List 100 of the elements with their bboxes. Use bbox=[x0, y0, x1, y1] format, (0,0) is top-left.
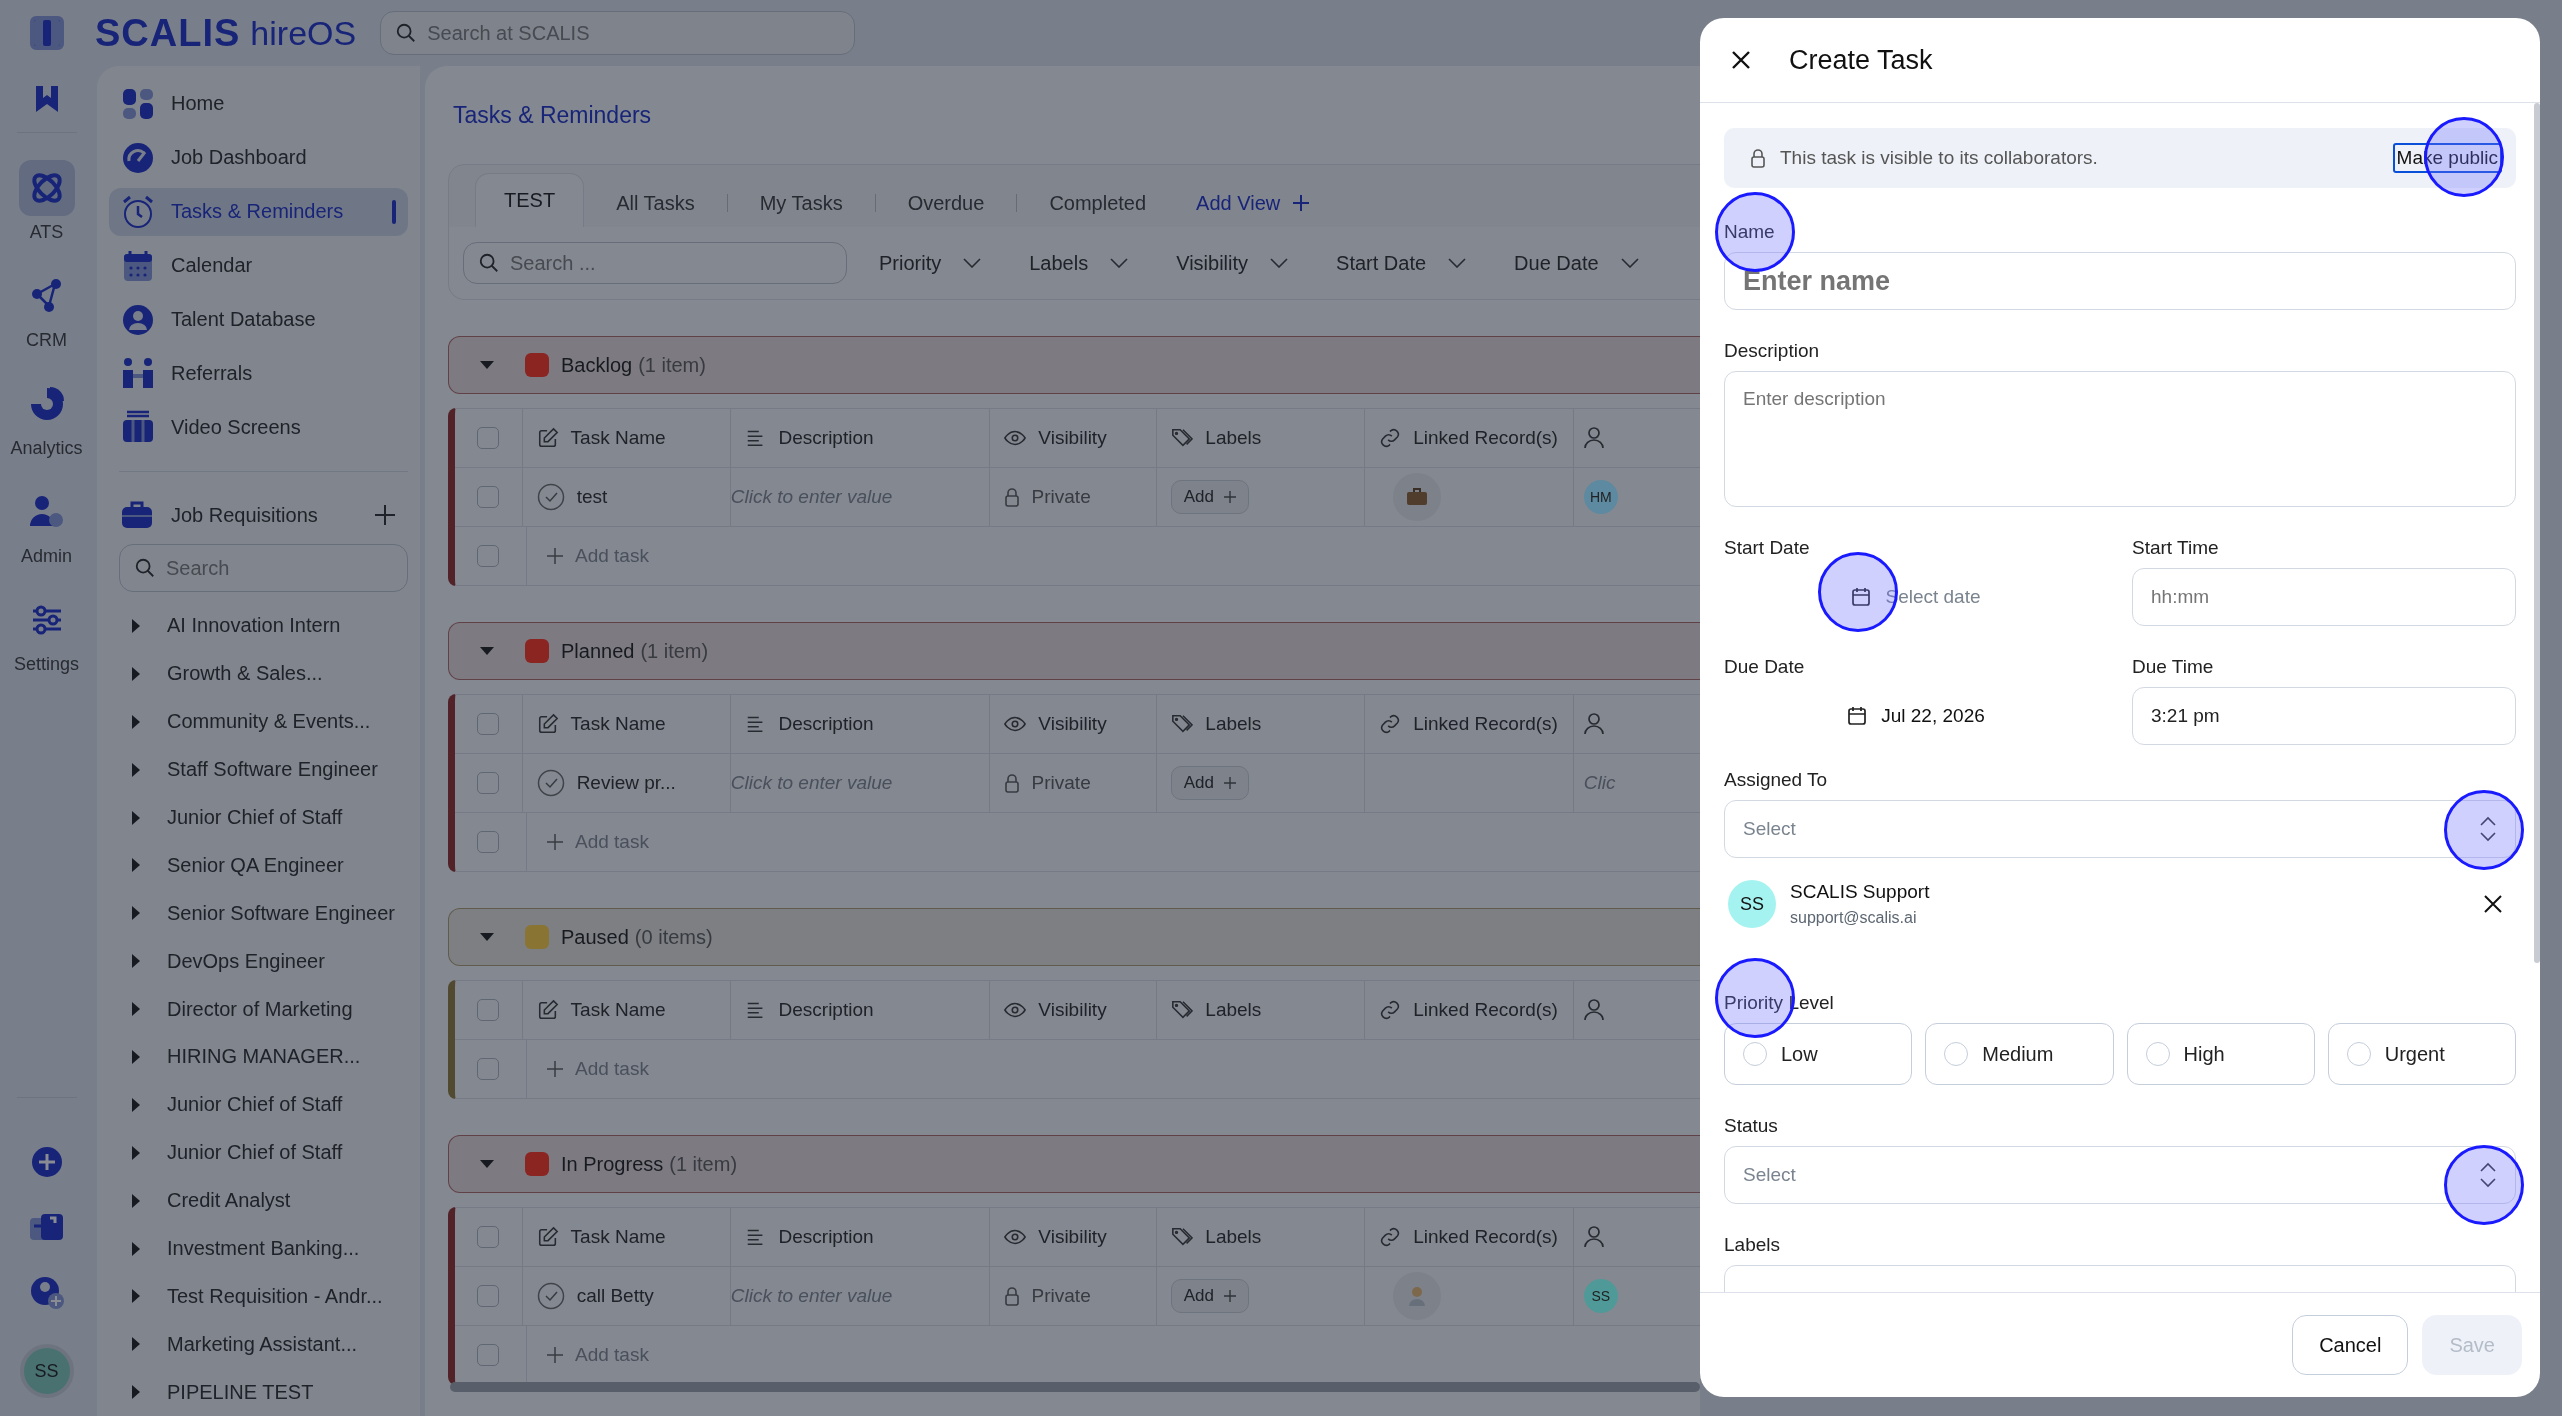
rail-item[interactable]: Admin bbox=[6, 471, 87, 579]
check-circle-icon[interactable] bbox=[536, 769, 565, 797]
column-header[interactable]: Description bbox=[730, 1208, 991, 1266]
sidebar-item[interactable]: Referrals bbox=[109, 349, 408, 398]
column-header[interactable]: Linked Record(s) bbox=[1365, 695, 1575, 753]
sidebar-item[interactable]: Job Dashboard bbox=[109, 133, 408, 182]
search-field[interactable]: Search at SCALIS bbox=[381, 12, 855, 54]
rail-item[interactable]: ATS bbox=[6, 147, 87, 255]
caret-icon[interactable] bbox=[479, 1159, 495, 1169]
column-header[interactable]: Linked Record(s) bbox=[1365, 981, 1575, 1039]
description-cell[interactable]: Click to enter value bbox=[730, 1267, 990, 1325]
bookmark-icon[interactable] bbox=[33, 84, 60, 114]
column-header[interactable]: Visibility bbox=[990, 409, 1158, 467]
check-circle-icon[interactable] bbox=[536, 483, 565, 511]
plus-icon[interactable] bbox=[30, 1146, 63, 1178]
requisition-item[interactable]: DevOps Engineer bbox=[109, 937, 408, 986]
caret-icon[interactable] bbox=[479, 360, 495, 370]
view-tab[interactable]: All Tasks bbox=[584, 179, 727, 227]
mailbox-icon[interactable] bbox=[28, 1212, 65, 1242]
scrollbar[interactable] bbox=[450, 1382, 1700, 1392]
view-tab[interactable]: Completed bbox=[1017, 179, 1179, 227]
requisition-item[interactable]: Senior QA Engineer bbox=[109, 841, 408, 890]
checkbox[interactable] bbox=[477, 545, 499, 567]
filter-dropdown[interactable]: Due Date bbox=[1508, 250, 1645, 276]
rail-item[interactable]: Settings bbox=[6, 579, 87, 687]
add-label-button[interactable]: Add bbox=[1170, 766, 1249, 800]
column-header[interactable]: Task Name bbox=[522, 981, 731, 1039]
filter-dropdown[interactable]: Priority bbox=[873, 250, 988, 276]
assignee-avatar[interactable]: HM bbox=[1583, 480, 1618, 514]
user-avatar[interactable]: SS bbox=[19, 1344, 74, 1398]
column-header[interactable]: Linked Record(s) bbox=[1365, 409, 1575, 467]
linked-record-avatar[interactable] bbox=[1392, 473, 1441, 521]
add-task-button[interactable]: Add task bbox=[541, 1343, 655, 1367]
requisition-item[interactable]: Growth & Sales... bbox=[109, 649, 408, 698]
column-header[interactable]: Task Name bbox=[522, 1208, 731, 1266]
filter-dropdown[interactable]: Start Date bbox=[1330, 250, 1473, 276]
description-cell[interactable]: Click to enter value bbox=[730, 468, 990, 526]
scrollbar[interactable] bbox=[2534, 103, 2540, 963]
priority-option[interactable]: Medium bbox=[1925, 1023, 2114, 1085]
sidebar-item[interactable]: Tasks & Reminders bbox=[109, 187, 408, 236]
priority-option[interactable]: High bbox=[2126, 1023, 2315, 1085]
column-header[interactable]: Description bbox=[730, 409, 991, 467]
checkbox[interactable] bbox=[477, 1285, 499, 1307]
name-field[interactable]: Enter name bbox=[1725, 253, 2515, 309]
requisition-item[interactable]: Test Requisition - Andr... bbox=[109, 1272, 408, 1321]
sidebar-item[interactable]: Video Screens bbox=[109, 403, 408, 452]
column-header[interactable]: Labels bbox=[1157, 695, 1366, 753]
column-header[interactable]: Description bbox=[730, 981, 991, 1039]
checkbox[interactable] bbox=[477, 1344, 499, 1366]
cancel-button[interactable]: Cancel bbox=[2292, 1315, 2409, 1375]
column-header[interactable]: Description bbox=[730, 695, 991, 753]
column-header[interactable]: Visibility bbox=[990, 1208, 1158, 1266]
caret-icon[interactable] bbox=[479, 932, 495, 942]
add-task-button[interactable]: Add task bbox=[541, 830, 655, 854]
requisition-item[interactable]: Senior Software Engineer bbox=[109, 889, 408, 938]
assignee-select[interactable]: Select bbox=[1724, 800, 2516, 858]
filter-dropdown[interactable]: Visibility bbox=[1170, 250, 1295, 276]
add-view-button[interactable]: Add View bbox=[1190, 179, 1317, 227]
assignee-cell[interactable]: Clic bbox=[1583, 772, 1616, 794]
requisition-item[interactable]: AI Innovation Intern bbox=[109, 602, 408, 650]
view-tab[interactable]: My Tasks bbox=[727, 179, 875, 227]
checkbox[interactable] bbox=[477, 772, 499, 794]
date-picker[interactable]: Jul 22, 2026 bbox=[1724, 687, 2108, 745]
requisition-item[interactable]: Junior Chief of Staff bbox=[109, 1080, 408, 1129]
requisition-item[interactable]: Marketing Assistant... bbox=[109, 1320, 408, 1369]
requisition-item[interactable]: Director of Marketing bbox=[109, 985, 408, 1034]
add-label-button[interactable]: Add bbox=[1170, 480, 1249, 514]
add-task-button[interactable]: Add task bbox=[541, 1057, 655, 1081]
requisition-item[interactable]: Junior Chief of Staff bbox=[109, 1128, 408, 1177]
task-name-cell[interactable]: call Betty bbox=[522, 1267, 731, 1325]
requisition-item[interactable]: Community & Events... bbox=[109, 697, 408, 746]
time-field[interactable]: hh:mm bbox=[2133, 569, 2515, 625]
assignee-avatar[interactable]: SS bbox=[1583, 1279, 1618, 1313]
add-task-button[interactable]: Add task bbox=[541, 544, 655, 568]
close-icon[interactable] bbox=[2484, 895, 2502, 913]
checkbox[interactable] bbox=[477, 1226, 499, 1248]
visibility-cell[interactable]: Private bbox=[989, 754, 1157, 812]
view-tab[interactable]: TEST bbox=[475, 173, 585, 227]
rail-item[interactable]: CRM bbox=[6, 255, 87, 363]
column-header[interactable]: Visibility bbox=[990, 695, 1158, 753]
task-name-cell[interactable]: Review pr... bbox=[522, 754, 731, 812]
sidebar-item[interactable]: Calendar bbox=[109, 241, 408, 290]
priority-option[interactable]: Urgent bbox=[2327, 1023, 2516, 1085]
visibility-cell[interactable]: Private bbox=[989, 468, 1157, 526]
requisition-item[interactable]: PIPELINE TEST bbox=[109, 1368, 408, 1416]
plus-icon[interactable] bbox=[374, 504, 396, 527]
requisition-item[interactable]: Staff Software Engineer bbox=[109, 745, 408, 794]
status-select[interactable]: Select bbox=[1724, 1146, 2516, 1204]
requisition-item[interactable]: HIRING MANAGER... bbox=[109, 1033, 408, 1081]
check-circle-icon[interactable] bbox=[536, 1282, 565, 1310]
linked-record-avatar[interactable] bbox=[1392, 1272, 1441, 1320]
search-field[interactable]: Search ... bbox=[464, 243, 846, 283]
app-icon[interactable] bbox=[29, 16, 64, 50]
checkbox[interactable] bbox=[477, 999, 499, 1021]
search-field[interactable]: Search bbox=[120, 545, 407, 592]
checkbox[interactable] bbox=[477, 427, 499, 449]
checkbox[interactable] bbox=[477, 713, 499, 735]
close-icon[interactable] bbox=[1731, 50, 1751, 70]
view-tab[interactable]: Overdue bbox=[875, 179, 1017, 227]
column-header[interactable]: Labels bbox=[1157, 1208, 1366, 1266]
